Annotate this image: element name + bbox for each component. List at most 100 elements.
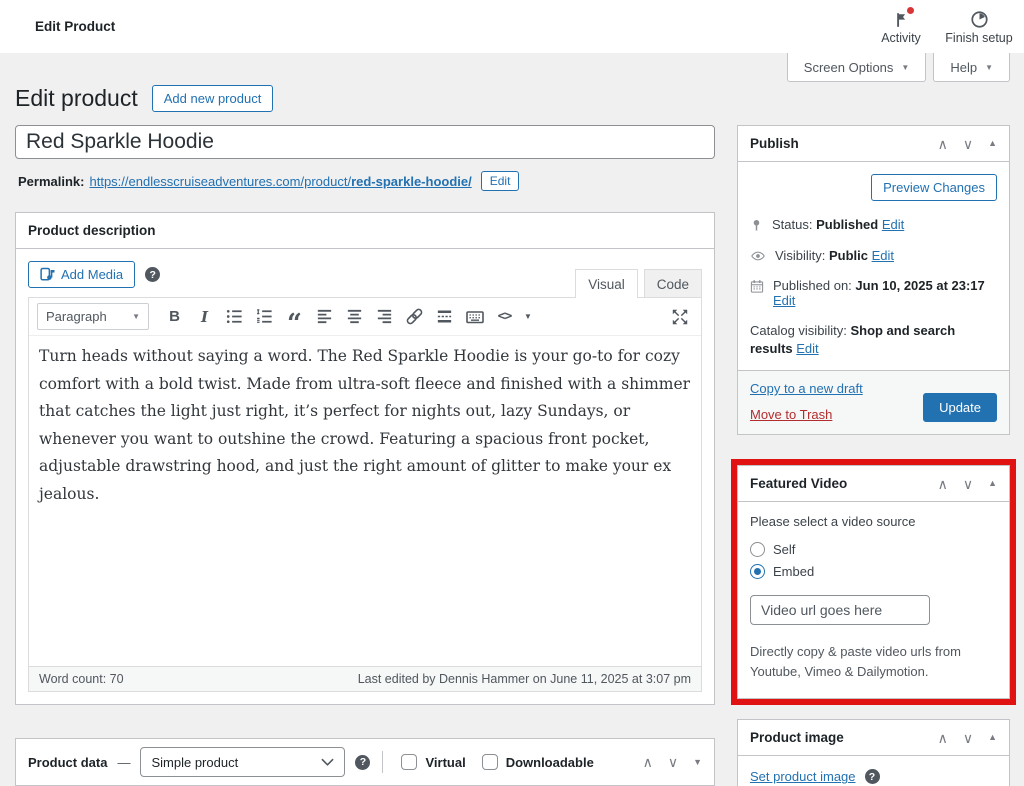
activity-button[interactable]: Activity xyxy=(862,0,940,53)
video-source-self-option[interactable]: Self xyxy=(750,542,997,557)
collapse-toggle-icon[interactable]: ▲ xyxy=(988,733,997,742)
product-data-panel: Product data — Simple product ? Virtual xyxy=(15,738,715,786)
embed-radio-label: Embed xyxy=(773,564,814,579)
virtual-checkbox[interactable] xyxy=(401,754,417,770)
add-new-product-button[interactable]: Add new product xyxy=(152,85,274,112)
published-on-value: Jun 10, 2025 at 23:17 xyxy=(855,278,984,293)
topbar-actions: Activity Finish setup xyxy=(862,0,1018,53)
align-left-button[interactable] xyxy=(311,305,338,329)
editor-toolbar: Paragraph ▼ B I “ xyxy=(29,298,701,336)
downloadable-checkbox-row[interactable]: Downloadable xyxy=(482,754,594,770)
featured-video-panel-title: Featured Video xyxy=(750,476,847,491)
update-button[interactable]: Update xyxy=(923,393,997,422)
self-radio-label: Self xyxy=(773,542,795,557)
edit-visibility-link[interactable]: Edit xyxy=(872,248,894,263)
visibility-row: Visibility: Public Edit xyxy=(750,248,997,263)
red-highlight-annotation: Featured Video ∧ ∨ ▲ Please select a vid… xyxy=(731,459,1016,705)
blockquote-button[interactable]: “ xyxy=(281,305,308,329)
status-row: Status: Published Edit xyxy=(750,217,997,233)
move-up-icon[interactable]: ∧ xyxy=(938,137,948,151)
chevron-down-icon: ▼ xyxy=(132,312,140,321)
screen-options-tab[interactable]: Screen Options ▼ xyxy=(787,53,927,82)
description-panel-title: Product description xyxy=(28,223,156,238)
screen-meta-row: Screen Options ▼ Help ▼ xyxy=(0,53,1024,82)
tab-visual[interactable]: Visual xyxy=(575,269,638,298)
catalog-visibility-row: Catalog visibility: Shop and search resu… xyxy=(750,323,997,356)
activity-label: Activity xyxy=(881,31,921,45)
bold-button[interactable]: B xyxy=(161,305,188,329)
align-right-button[interactable] xyxy=(371,305,398,329)
move-down-icon[interactable]: ∨ xyxy=(963,731,973,745)
downloadable-checkbox[interactable] xyxy=(482,754,498,770)
visibility-label: Visibility: xyxy=(775,248,825,263)
embed-radio[interactable] xyxy=(750,564,765,579)
move-down-icon[interactable]: ∨ xyxy=(963,477,973,491)
edit-status-link[interactable]: Edit xyxy=(882,217,904,232)
copy-to-draft-link[interactable]: Copy to a new draft xyxy=(750,381,863,396)
media-icon xyxy=(40,267,55,282)
move-to-trash-link[interactable]: Move to Trash xyxy=(750,407,863,422)
description-panel-header: Product description xyxy=(16,213,714,249)
help-icon[interactable]: ? xyxy=(145,267,160,282)
numbered-list-button[interactable] xyxy=(251,305,278,329)
calendar-icon xyxy=(750,279,764,294)
featured-video-panel: Featured Video ∧ ∨ ▲ Please select a vid… xyxy=(737,465,1010,699)
keyboard-shortcuts-button[interactable] xyxy=(461,305,488,329)
page-header: Edit product Add new product xyxy=(15,85,1010,112)
toolbar-dropdown-caret[interactable]: ▼ xyxy=(521,305,535,329)
video-url-input[interactable] xyxy=(750,595,930,625)
product-data-label: Product data xyxy=(28,755,107,770)
move-up-icon[interactable]: ∧ xyxy=(938,731,948,745)
add-media-label: Add Media xyxy=(61,267,123,282)
add-media-button[interactable]: Add Media xyxy=(28,261,135,288)
code-button[interactable]: <> xyxy=(491,305,518,329)
catalog-visibility-label: Catalog visibility: xyxy=(750,323,847,338)
align-center-button[interactable] xyxy=(341,305,368,329)
product-data-dash: — xyxy=(117,755,130,770)
featured-video-panel-header[interactable]: Featured Video ∧ ∨ ▲ xyxy=(738,466,1009,502)
edit-published-link[interactable]: Edit xyxy=(773,293,795,308)
clock-icon xyxy=(970,9,989,29)
edit-permalink-button[interactable]: Edit xyxy=(481,171,520,191)
move-down-icon[interactable]: ∨ xyxy=(668,755,678,769)
move-up-icon[interactable]: ∧ xyxy=(938,477,948,491)
fullscreen-button[interactable] xyxy=(666,305,693,329)
publish-footer: Copy to a new draft Move to Trash Update xyxy=(738,370,1009,434)
product-type-select[interactable]: Simple product xyxy=(140,747,345,777)
collapse-toggle-icon[interactable]: ▲ xyxy=(988,139,997,148)
preview-changes-button[interactable]: Preview Changes xyxy=(871,174,997,201)
product-image-panel-title: Product image xyxy=(750,730,844,745)
description-editor-content[interactable]: Turn heads without saying a word. The Re… xyxy=(29,336,701,666)
chevron-down-icon: ▼ xyxy=(985,63,993,72)
set-product-image-link[interactable]: Set product image xyxy=(750,769,856,784)
video-source-embed-option[interactable]: Embed xyxy=(750,564,997,579)
move-down-icon[interactable]: ∨ xyxy=(963,137,973,151)
permalink-url[interactable]: https://endlesscruiseadventures.com/prod… xyxy=(89,174,471,189)
help-icon[interactable]: ? xyxy=(865,769,880,784)
help-label: Help xyxy=(950,60,977,75)
collapse-toggle-icon[interactable]: ▼ xyxy=(693,758,702,767)
published-on-row: Published on: Jun 10, 2025 at 23:17 Edit xyxy=(750,278,997,308)
virtual-checkbox-row[interactable]: Virtual xyxy=(401,754,465,770)
finish-setup-button[interactable]: Finish setup xyxy=(940,0,1018,53)
collapse-toggle-icon[interactable]: ▲ xyxy=(988,479,997,488)
help-icon[interactable]: ? xyxy=(355,755,370,770)
edit-catalog-visibility-link[interactable]: Edit xyxy=(796,341,818,356)
help-tab[interactable]: Help ▼ xyxy=(933,53,1010,82)
move-up-icon[interactable]: ∧ xyxy=(643,755,653,769)
video-source-prompt: Please select a video source xyxy=(750,514,997,529)
bulleted-list-button[interactable] xyxy=(221,305,248,329)
read-more-tag-button[interactable] xyxy=(431,305,458,329)
paragraph-format-select[interactable]: Paragraph ▼ xyxy=(37,303,149,330)
insert-link-button[interactable] xyxy=(401,305,428,329)
visibility-value: Public xyxy=(829,248,868,263)
self-radio[interactable] xyxy=(750,542,765,557)
publish-panel: Publish ∧ ∨ ▲ Preview Changes Status: Pu… xyxy=(737,125,1010,435)
pin-icon xyxy=(750,218,763,233)
publish-panel-header[interactable]: Publish ∧ ∨ ▲ xyxy=(738,126,1009,162)
tab-code[interactable]: Code xyxy=(644,269,702,298)
product-image-panel-header[interactable]: Product image ∧ ∨ ▲ xyxy=(738,720,1009,756)
italic-button[interactable]: I xyxy=(191,305,218,329)
word-count: Word count: 70 xyxy=(39,672,124,686)
product-title-input[interactable] xyxy=(15,125,715,159)
